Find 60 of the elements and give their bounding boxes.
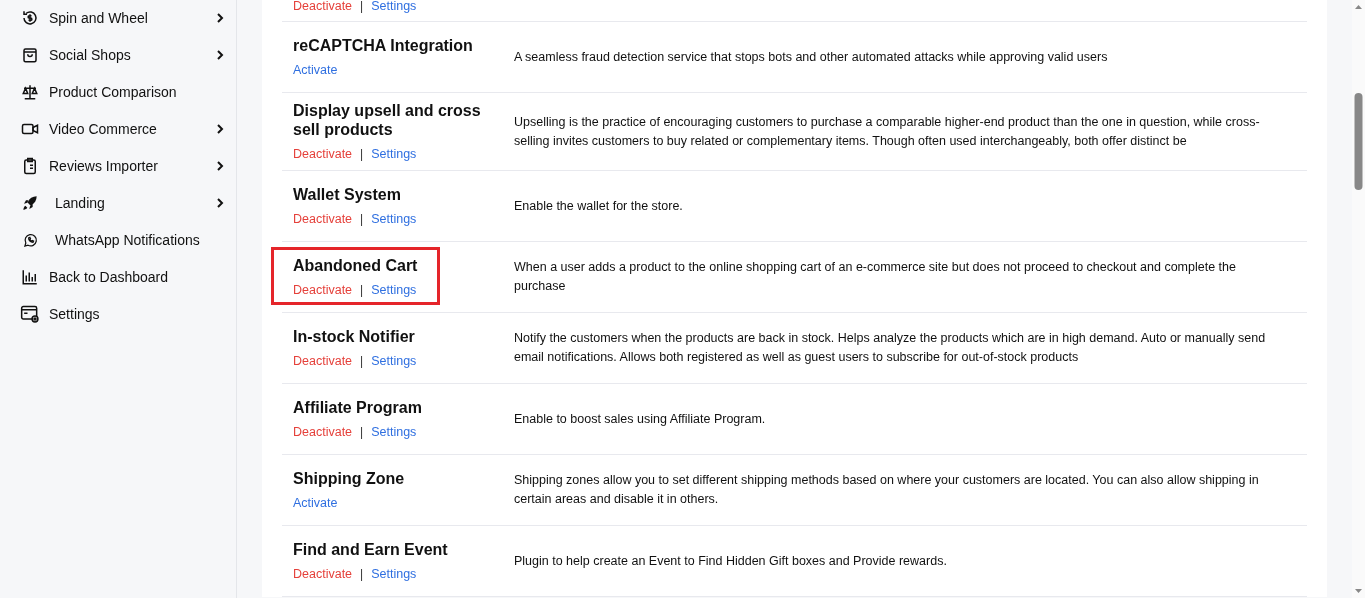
scrollbar[interactable] xyxy=(1352,0,1365,598)
sidebar-item[interactable]: WhatsApp Notifications xyxy=(0,228,236,252)
sidebar-item[interactable]: Reviews Importer xyxy=(0,154,236,178)
sidebar-item[interactable]: Product Comparison xyxy=(0,80,236,104)
settings-icon xyxy=(20,304,40,324)
settings-link[interactable]: Settings xyxy=(371,567,417,581)
sidebar-item[interactable]: Back to Dashboard xyxy=(0,265,236,289)
separator: | xyxy=(360,147,364,161)
plugin-title: reCAPTCHA Integration xyxy=(293,36,473,55)
plugin-title: Shipping Zone xyxy=(293,469,405,488)
plugin-description: Upselling is the practice of encouraging customers to purchase a comparable higher-end product than the one in question, while cross-selling invites customers to buy related or complementary items. Though often used interchangeably, both offer distinct be xyxy=(514,113,1261,150)
sidebar-item[interactable]: Landing xyxy=(0,191,236,215)
separator: | xyxy=(360,354,364,368)
deactivate-link[interactable]: Deactivate xyxy=(293,212,353,226)
separator: | xyxy=(360,567,364,581)
rocket-icon xyxy=(20,193,40,213)
chevron-right-icon xyxy=(216,124,224,134)
settings-link[interactable]: Settings xyxy=(371,425,417,439)
sidebar-item[interactable]: Spin and Wheel xyxy=(0,6,236,30)
bag-icon xyxy=(20,45,40,65)
separator: | xyxy=(360,0,364,13)
separator: | xyxy=(360,425,364,439)
settings-link[interactable]: Settings xyxy=(371,147,417,161)
deactivate-link[interactable]: Deactivate xyxy=(293,283,353,297)
deactivate-link[interactable]: Deactivate xyxy=(293,0,353,13)
dollar-refresh-icon xyxy=(20,8,40,28)
chevron-right-icon xyxy=(216,198,224,208)
sidebar-item[interactable]: Settings xyxy=(0,302,236,326)
plugin-description: Shipping zones allow you to set different shipping methods based on where your customers are located. You can also allow shipping in certain areas and disable it in others. xyxy=(514,472,1260,508)
sidebar-item[interactable]: Social Shops xyxy=(0,43,236,67)
plugin-description: When a user adds a product to the online shopping cart of an e-commerce site but does not proceed to checkout and complete the purchase xyxy=(514,259,1237,295)
settings-link[interactable]: Settings xyxy=(371,212,417,226)
plugin-title: Display upsell and cross sell products xyxy=(293,101,482,139)
separator: | xyxy=(360,283,364,297)
separator: | xyxy=(360,212,364,226)
scale-icon xyxy=(20,82,40,102)
plugin-title: Wallet System xyxy=(293,185,402,204)
chevron-right-icon xyxy=(216,13,224,23)
deactivate-link[interactable]: Deactivate xyxy=(293,567,353,581)
chevron-right-icon xyxy=(216,50,224,60)
deactivate-link[interactable]: Deactivate xyxy=(293,354,353,368)
plugin-title: Affiliate Program xyxy=(293,398,422,417)
activate-link[interactable]: Activate xyxy=(293,496,338,510)
plugin-description: A seamless fraud detection service that stops bots and other automated attacks while approving valid users xyxy=(514,48,1109,66)
sidebar-item[interactable]: Video Commerce xyxy=(0,117,236,141)
settings-link[interactable]: Settings xyxy=(371,283,417,297)
plugin-title: In-stock Notifier xyxy=(293,327,416,346)
deactivate-link[interactable]: Deactivate xyxy=(293,425,353,439)
plugin-description: Enable to boost sales using Affiliate Program. xyxy=(514,410,767,428)
plugin-title: Find and Earn Event xyxy=(293,540,448,559)
settings-link[interactable]: Settings xyxy=(371,0,417,13)
settings-link[interactable]: Settings xyxy=(371,354,417,368)
chevron-right-icon xyxy=(216,161,224,171)
plugin-description: Plugin to help create an Event to Find Hidden Gift boxes and Provide rewards. xyxy=(514,552,948,570)
plugin-description: Enable the wallet for the store. xyxy=(514,197,684,215)
bar-chart-icon xyxy=(20,267,40,287)
activate-link[interactable]: Activate xyxy=(293,63,338,77)
plugin-description: Notify the customers when the products are back in stock. Helps analyze the products which are in high demand. Auto or manually send email notifications. Allows both registered as well as guest users to subscribe for out-of-stock products xyxy=(514,330,1267,366)
deactivate-link[interactable]: Deactivate xyxy=(293,147,353,161)
plugin-title: Abandoned Cart xyxy=(293,256,418,275)
